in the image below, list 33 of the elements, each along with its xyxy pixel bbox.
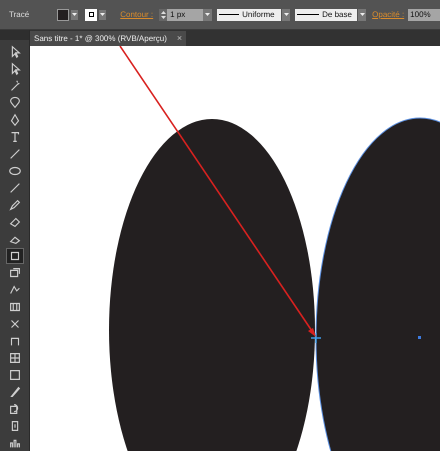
mode-label: Tracé — [9, 8, 30, 20]
stroke-weight-field[interactable]: 1 px — [167, 8, 204, 20]
profile-dropdown[interactable]: Uniforme — [217, 8, 282, 20]
tool-icon — [8, 385, 22, 399]
caret-icon — [100, 13, 106, 16]
caret-icon — [360, 13, 365, 16]
tool-icon — [8, 215, 22, 229]
tool-icon — [8, 164, 22, 178]
tool-icon — [8, 147, 22, 161]
dropdown-button[interactable] — [203, 8, 212, 20]
stepper-button[interactable] — [159, 8, 168, 20]
dropdown-button[interactable] — [99, 10, 106, 20]
fill-swatch[interactable] — [57, 8, 70, 20]
caret-icon — [72, 13, 78, 16]
tool-icon — [8, 351, 22, 365]
dropdown-button[interactable] — [71, 10, 78, 20]
tool-icon — [8, 96, 22, 110]
cursor-crosshair-icon — [310, 332, 322, 344]
tab-close-button[interactable]: × — [176, 34, 182, 43]
caret-icon — [284, 13, 289, 16]
opacity-field[interactable]: 100% — [408, 8, 440, 20]
tool-icon — [8, 198, 22, 212]
brush-dropdown[interactable]: De base — [295, 8, 358, 20]
tool-button[interactable] — [6, 248, 24, 264]
caret-icon — [205, 13, 210, 16]
tool-icon — [8, 266, 22, 280]
tool-icon — [8, 300, 22, 314]
stroke-swatch[interactable] — [85, 8, 98, 20]
dropdown-button[interactable] — [282, 8, 290, 20]
tool-icon — [8, 181, 22, 195]
dropdown-button[interactable] — [358, 8, 366, 20]
document-tab[interactable]: Sans titre - 1* @ 300% (RVB/Aperçu) × — [30, 31, 186, 46]
tool-icon — [8, 368, 22, 382]
